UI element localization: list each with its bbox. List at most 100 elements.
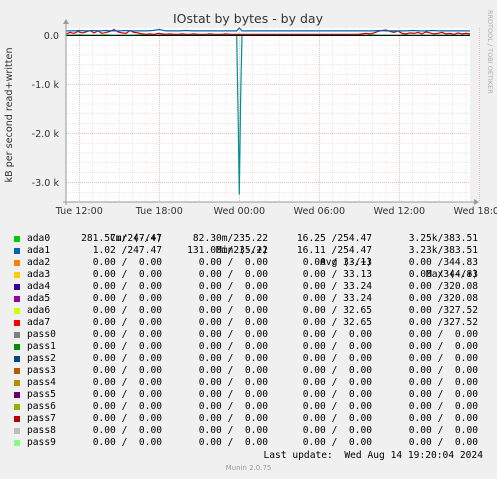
plot-area — [66, 28, 470, 202]
legend-row-pass6: pass6 0.00 / 0.00 0.00 / 0.00 0.00 / 0.00 0.… — [0, 401, 497, 413]
legend-swatch — [14, 344, 20, 350]
legend-value-max: 0.00 /327.52 — [408, 317, 478, 328]
legend-value-min: 0.00 / 0.00 — [198, 437, 268, 448]
legend-value-max: 3.25k/383.51 — [408, 233, 478, 244]
legend-value-max: 0.00 / 0.00 — [408, 329, 478, 340]
legend-value-avg: 0.00 / 33.13 — [302, 269, 372, 280]
legend-swatch — [14, 368, 20, 374]
legend-value-max: 0.00 / 0.00 — [408, 365, 478, 376]
legend-value-min: 0.00 / 0.00 — [198, 425, 268, 436]
legend-swatch — [14, 416, 20, 422]
legend-row-ada5: ada5 0.00 / 0.00 0.00 / 0.00 0.00 / 33.24 0.… — [0, 293, 497, 305]
legend-value-avg: 0.00 / 33.24 — [302, 293, 372, 304]
legend-value-avg: 0.00 / 32.65 — [302, 305, 372, 316]
watermark: RRDTOOL / TOBI OETIKER — [486, 10, 494, 94]
legend-value-max: 0.00 / 0.00 — [408, 401, 478, 412]
chart: 0.0 -1.0 k -2.0 k -3.0 k Tue 12:00 Tue 18:00 W… — [4, 10, 497, 217]
legend-value-max: 0.00 / 0.00 — [408, 437, 478, 448]
legend-value-avg: 0.00 / 0.00 — [302, 365, 372, 376]
legend-swatch — [14, 308, 20, 314]
legend-value-cur: 281.57m/247.47 — [81, 233, 162, 244]
x-tick-label: Tue 12:00 — [55, 206, 103, 217]
legend-value-avg: 0.00 / 0.00 — [302, 329, 372, 340]
legend-row-pass2: pass2 0.00 / 0.00 0.00 / 0.00 0.00 / 0.00 0.… — [0, 353, 497, 365]
legend-swatch — [14, 392, 20, 398]
legend-value-cur: 0.00 / 0.00 — [92, 329, 162, 340]
y-axis-label: kB per second read+written — [4, 47, 15, 182]
x-tick-label: Wed 12:00 — [374, 206, 426, 217]
legend-value-cur: 0.00 / 0.00 — [92, 401, 162, 412]
legend-row-ada1: ada1 1.02 /247.47 131.00m/235.22 16.11 /254… — [0, 245, 497, 257]
legend-value-min: 0.00 / 0.00 — [198, 413, 268, 424]
legend-value-cur: 0.00 / 0.00 — [92, 257, 162, 268]
legend-value-max: 0.00 / 0.00 — [408, 413, 478, 424]
legend-swatch — [14, 428, 20, 434]
legend-header: Cur (-/+) Min (-/+) Avg (-/+) Max (-/+) — [0, 221, 497, 280]
legend-swatch — [14, 380, 20, 386]
legend-value-cur: 0.00 / 0.00 — [92, 365, 162, 376]
legend-value-min: 0.00 / 0.00 — [198, 269, 268, 280]
legend-value-avg: 0.00 / 0.00 — [302, 413, 372, 424]
legend-row-pass7: pass7 0.00 / 0.00 0.00 / 0.00 0.00 / 0.00 0.… — [0, 413, 497, 425]
legend-value-cur: 0.00 / 0.00 — [92, 341, 162, 352]
legend-value-avg: 0.00 / 0.00 — [302, 353, 372, 364]
legend-value-min: 0.00 / 0.00 — [198, 329, 268, 340]
legend-swatch — [14, 248, 20, 254]
y-tick-label: 0.0 — [44, 31, 59, 42]
legend-swatch — [14, 272, 20, 278]
legend-value-avg: 0.00 / 32.65 — [302, 317, 372, 328]
legend-swatch — [14, 356, 20, 362]
legend-value-min: 0.00 / 0.00 — [198, 281, 268, 292]
legend-value-min: 0.00 / 0.00 — [198, 377, 268, 388]
legend-value-cur: 0.00 / 0.00 — [92, 353, 162, 364]
legend-value-min: 0.00 / 0.00 — [198, 257, 268, 268]
legend-swatch — [14, 296, 20, 302]
legend-value-cur: 0.00 / 0.00 — [92, 305, 162, 316]
legend-value-cur: 0.00 / 0.00 — [92, 437, 162, 448]
legend-value-cur: 0.00 / 0.00 — [92, 317, 162, 328]
legend-row-pass4: pass4 0.00 / 0.00 0.00 / 0.00 0.00 / 0.00 0.… — [0, 377, 497, 389]
legend-row-ada2: ada2 0.00 / 0.00 0.00 / 0.00 0.00 / 33.13 0.… — [0, 257, 497, 269]
legend-swatch — [14, 332, 20, 338]
legend-row-pass3: pass3 0.00 / 0.00 0.00 / 0.00 0.00 / 0.00 0.… — [0, 365, 497, 377]
legend-value-min: 0.00 / 0.00 — [198, 317, 268, 328]
legend-swatch — [14, 260, 20, 266]
legend-row-pass1: pass1 0.00 / 0.00 0.00 / 0.00 0.00 / 0.00 0.… — [0, 341, 497, 353]
footer-version: Munin 2.0.75 — [225, 464, 272, 472]
legend-value-avg: 16.25 /254.47 — [296, 233, 372, 244]
legend-name: ada0 — [27, 233, 51, 244]
y-axis-arrow — [63, 19, 69, 24]
x-tick-label: Wed 00:00 — [214, 206, 266, 217]
legend-row-ada4: ada4 0.00 / 0.00 0.00 / 0.00 0.00 / 33.24 0.… — [0, 281, 497, 293]
legend-swatch — [14, 440, 20, 446]
legend-value-avg: 0.00 / 0.00 — [302, 377, 372, 388]
legend-value-min: 0.00 / 0.00 — [198, 353, 268, 364]
legend-value-max: 0.00 /320.08 — [408, 281, 478, 292]
legend-row-pass5: pass5 0.00 / 0.00 0.00 / 0.00 0.00 / 0.00 0.… — [0, 389, 497, 401]
legend-value-avg: 0.00 / 0.00 — [302, 389, 372, 400]
legend-value-min: 0.00 / 0.00 — [198, 401, 268, 412]
legend-swatch — [14, 284, 20, 290]
legend-name: ada2 — [27, 257, 51, 268]
legend-value-max: 0.00 / 0.00 — [408, 341, 478, 352]
legend-value-avg: 0.00 / 33.24 — [302, 281, 372, 292]
legend-value-max: 0.00 / 0.00 — [408, 377, 478, 388]
legend-rows: ada0 281.57m/247.47 82.30m/235.22 16.25 /25… — [0, 233, 497, 449]
legend-row-pass0: pass0 0.00 / 0.00 0.00 / 0.00 0.00 / 0.00 0.… — [0, 329, 497, 341]
legend-value-min: 0.00 / 0.00 — [198, 365, 268, 376]
legend-value-min: 0.00 / 0.00 — [198, 389, 268, 400]
legend-value-max: 0.00 /344.83 — [408, 269, 478, 280]
legend-row-ada6: ada6 0.00 / 0.00 0.00 / 0.00 0.00 / 32.65 0.… — [0, 305, 497, 317]
legend-value-max: 0.00 / 0.00 — [408, 425, 478, 436]
legend-value-avg: 0.00 / 0.00 — [302, 437, 372, 448]
legend-value-cur: 0.00 / 0.00 — [92, 281, 162, 292]
legend-value-cur: 1.02 /247.47 — [92, 245, 162, 256]
legend-value-cur: 0.00 / 0.00 — [92, 413, 162, 424]
legend-value-max: 0.00 /320.08 — [408, 293, 478, 304]
legend-value-avg: 0.00 / 0.00 — [302, 341, 372, 352]
legend-value-cur: 0.00 / 0.00 — [92, 425, 162, 436]
legend-value-min: 131.00m/235.22 — [187, 245, 268, 256]
legend-value-cur: 0.00 / 0.00 — [92, 269, 162, 280]
legend-swatch — [14, 236, 20, 242]
legend-name: ada1 — [27, 245, 51, 256]
